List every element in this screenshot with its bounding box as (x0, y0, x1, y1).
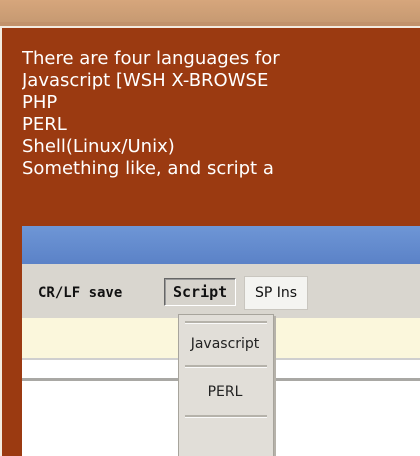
menu-item-javascript[interactable]: Javascript (187, 329, 263, 359)
menu-separator (185, 321, 267, 324)
crlf-save-button[interactable]: CR/LF save (38, 280, 122, 306)
menu-separator (185, 415, 267, 418)
description-text: There are four languages for Javascript … (22, 48, 420, 180)
menu-item-perl[interactable]: PERL (187, 377, 263, 407)
description-line: PHP (22, 92, 58, 113)
sp-insert-button[interactable]: SP Ins (244, 276, 309, 310)
menu-separator (185, 365, 267, 368)
script-dropdown-menu: Javascript PERL (178, 314, 274, 456)
editor-toolbar: CR/LF save Script SP Ins (22, 264, 420, 319)
description-line: There are four languages for (22, 48, 280, 69)
description-line: Shell(Linux/Unix) (22, 136, 175, 157)
editor-screenshot: CR/LF save Script SP Ins Javascript PERL (22, 226, 420, 456)
top-band (0, 0, 420, 22)
script-menu-button[interactable]: Script (164, 278, 237, 306)
description-line: PERL (22, 114, 67, 135)
description-line: Javascript [WSH X-BROWSE (22, 70, 269, 91)
window-titlebar (22, 226, 420, 264)
description-line: Something like, and script a (22, 158, 274, 179)
